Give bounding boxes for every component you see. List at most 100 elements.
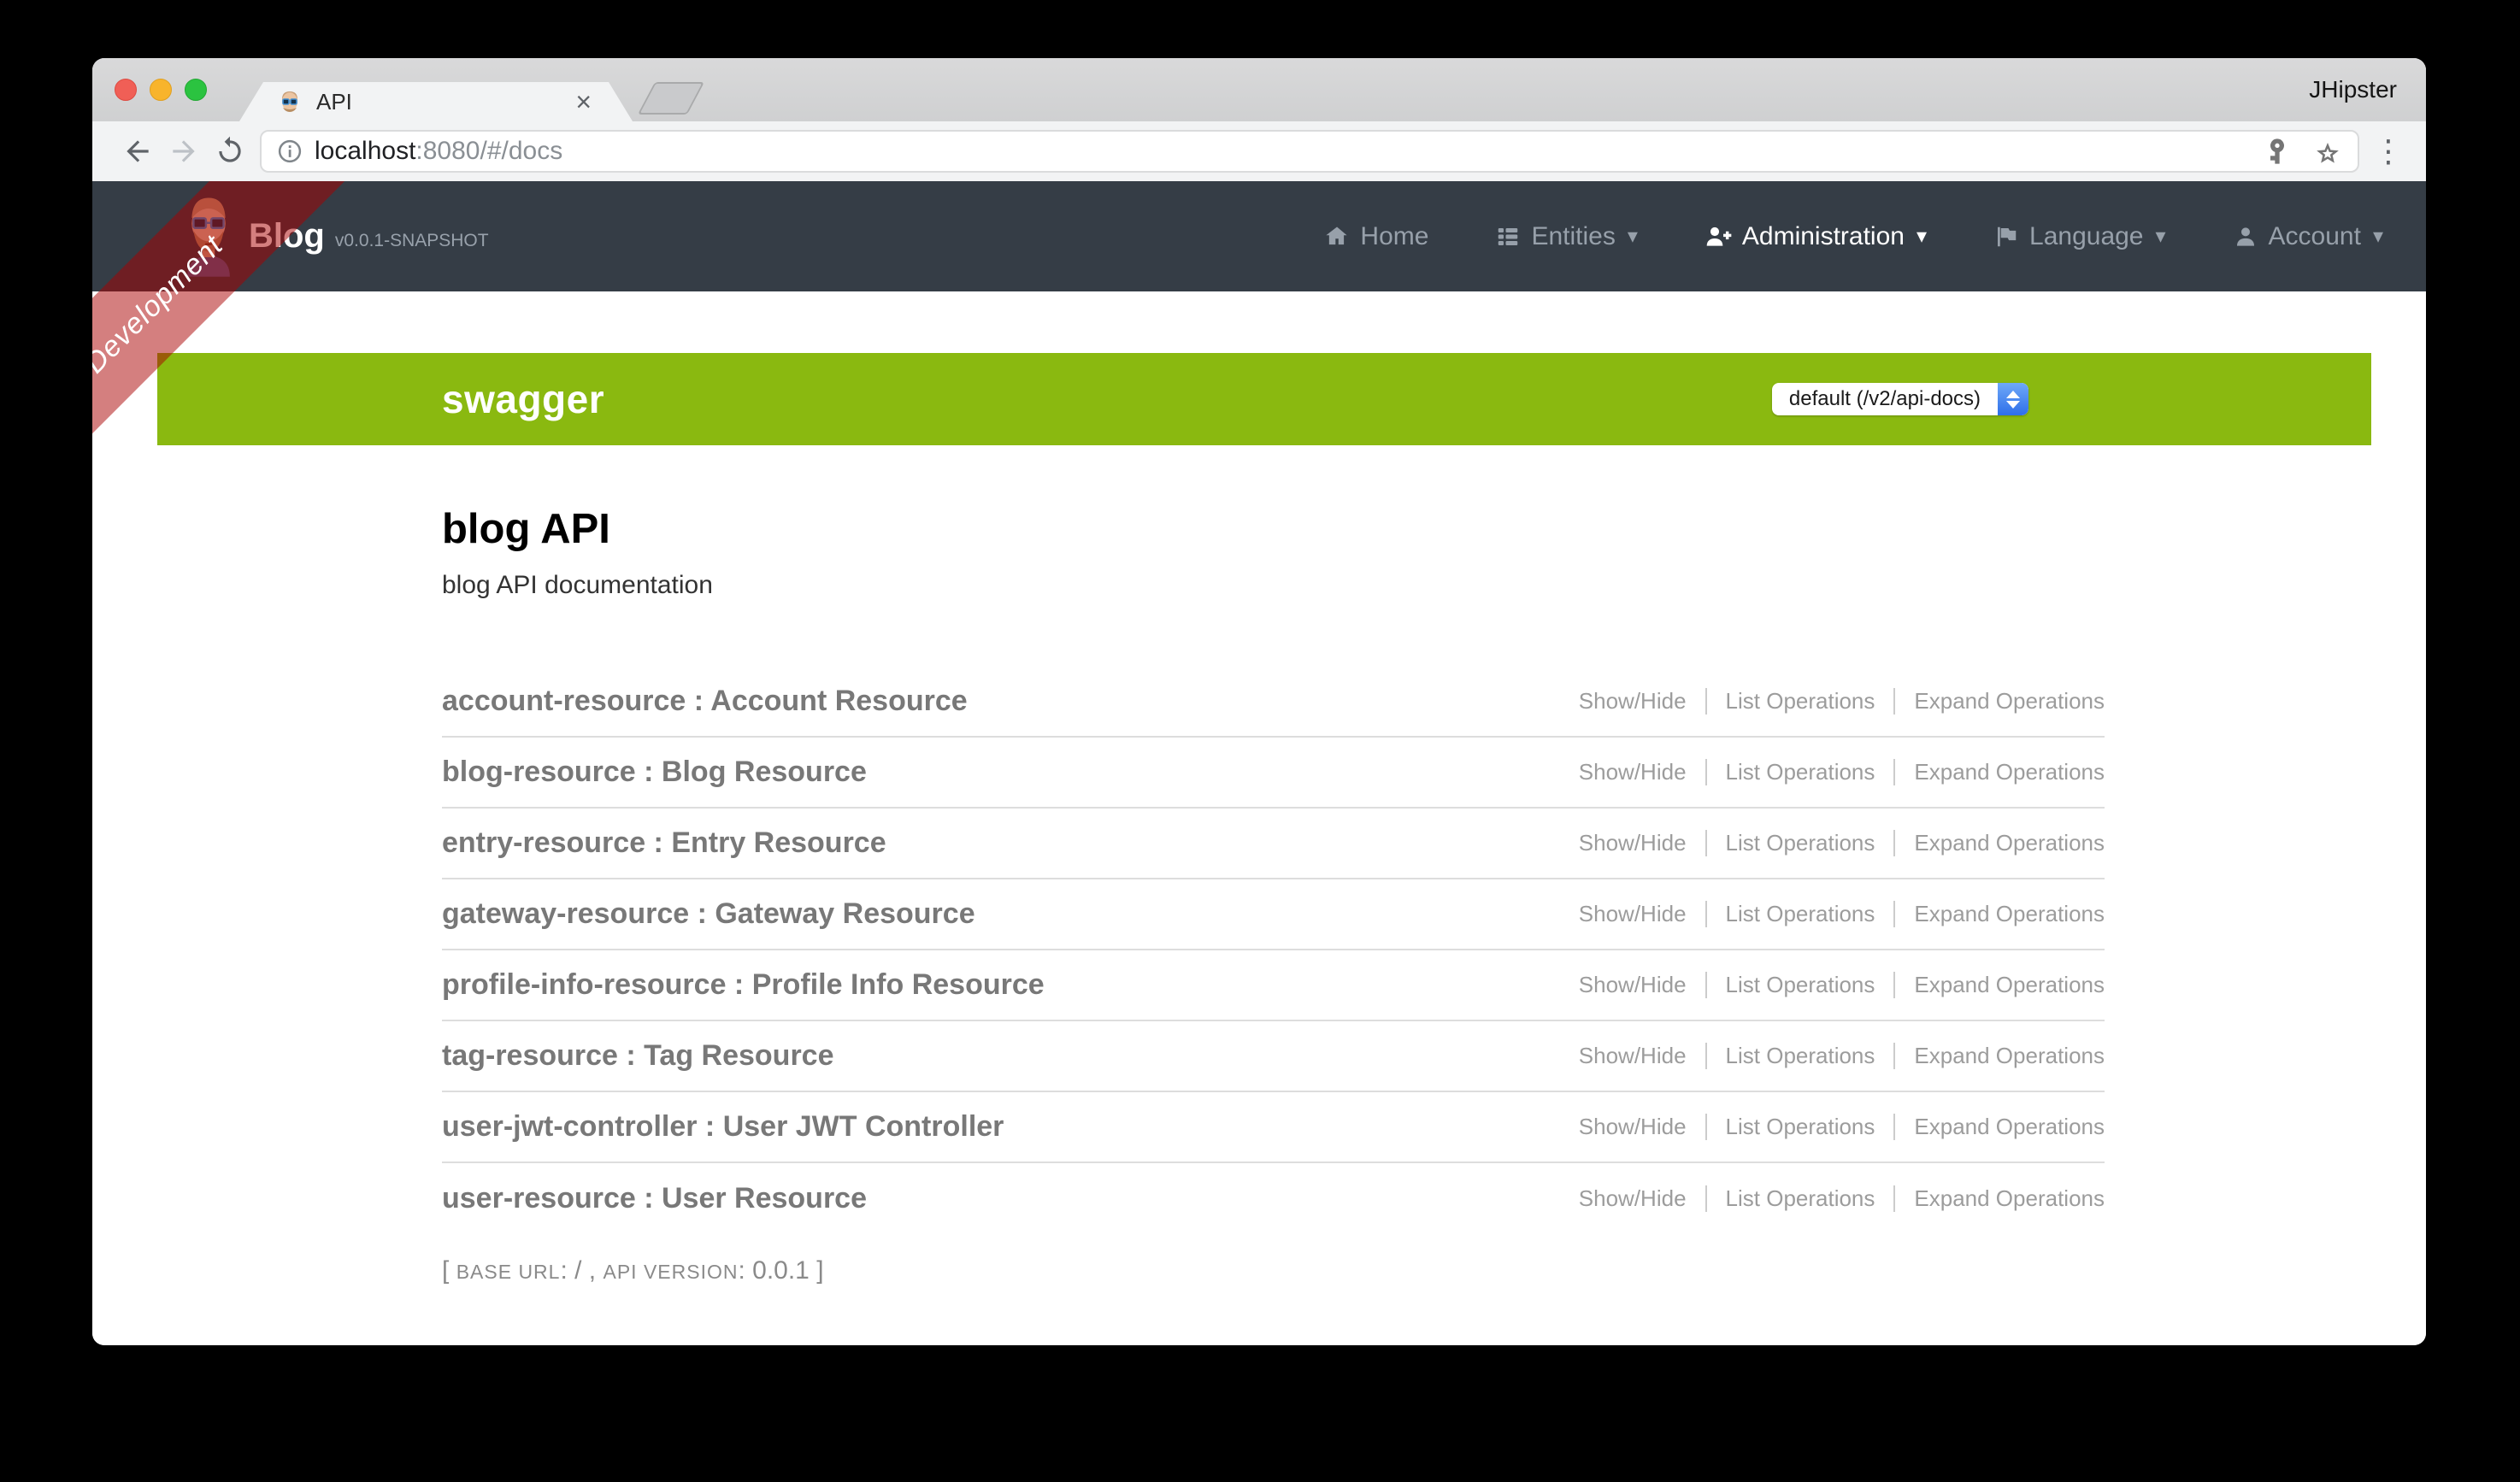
expand-operations-link[interactable]: Expand Operations: [1893, 1185, 2105, 1212]
app-navbar: Blog v0.0.1-SNAPSHOT Home: [92, 181, 2426, 291]
reload-icon[interactable]: [210, 132, 250, 171]
list-operations-link[interactable]: List Operations: [1705, 1043, 1894, 1069]
expand-operations-link[interactable]: Expand Operations: [1893, 759, 2105, 785]
resource-title[interactable]: gateway-resource : Gateway Resource: [442, 897, 1560, 931]
select-arrows-icon: [1998, 383, 2028, 415]
resource-operations: Show/Hide List Operations Expand Operati…: [1560, 1114, 2105, 1140]
show-hide-link[interactable]: Show/Hide: [1560, 1185, 1705, 1212]
show-hide-link[interactable]: Show/Hide: [1560, 830, 1705, 856]
page-info-icon[interactable]: [277, 138, 303, 164]
resource-operations: Show/Hide List Operations Expand Operati…: [1560, 759, 2105, 785]
resource-list: account-resource : Account Resource Show…: [442, 667, 2105, 1234]
show-hide-link[interactable]: Show/Hide: [1560, 1114, 1705, 1140]
expand-operations-link[interactable]: Expand Operations: [1893, 901, 2105, 927]
close-window-button[interactable]: [115, 79, 137, 101]
resource-row: entry-resource : Entry Resource Show/Hid…: [442, 809, 2105, 879]
footer-bracket: [: [442, 1256, 449, 1285]
resource-row: profile-info-resource : Profile Info Res…: [442, 950, 2105, 1021]
resource-title[interactable]: user-jwt-controller : User JWT Controlle…: [442, 1110, 1560, 1144]
show-hide-link[interactable]: Show/Hide: [1560, 1043, 1705, 1069]
resource-title[interactable]: blog-resource : Blog Resource: [442, 756, 1560, 789]
chevron-down-icon: ▾: [2156, 224, 2166, 249]
nav-item-language[interactable]: Language ▾: [1993, 222, 2166, 251]
url-text[interactable]: localhost:8080/#/docs: [315, 137, 562, 166]
api-version-label: API VERSION: [603, 1261, 738, 1283]
resource-title[interactable]: tag-resource : Tag Resource: [442, 1039, 1560, 1073]
expand-operations-link[interactable]: Expand Operations: [1893, 688, 2105, 715]
show-hide-link[interactable]: Show/Hide: [1560, 972, 1705, 998]
url-host: localhost: [315, 137, 415, 165]
tab-close-icon[interactable]: ×: [575, 88, 592, 115]
resource-title[interactable]: account-resource : Account Resource: [442, 685, 1560, 718]
api-content: blog API blog API documentation account-…: [92, 509, 2426, 1284]
resource-title[interactable]: entry-resource : Entry Resource: [442, 826, 1560, 860]
list-operations-link[interactable]: List Operations: [1705, 688, 1894, 715]
resource-row: blog-resource : Blog Resource Show/Hide …: [442, 738, 2105, 809]
nav-label: Home: [1360, 222, 1428, 251]
nav-menu: Home Entities ▾: [1324, 222, 2383, 251]
resource-row: account-resource : Account Resource Show…: [442, 667, 2105, 738]
list-operations-link[interactable]: List Operations: [1705, 830, 1894, 856]
resource-operations: Show/Hide List Operations Expand Operati…: [1560, 830, 2105, 856]
api-spec-select-value: default (/v2/api-docs): [1772, 383, 1998, 415]
api-subtitle: blog API documentation: [442, 573, 2105, 598]
resource-row: user-resource : User Resource Show/Hide …: [442, 1163, 2105, 1234]
home-icon: [1324, 224, 1350, 250]
browser-toolbar: localhost:8080/#/docs ⋮: [92, 121, 2426, 181]
resource-row: tag-resource : Tag Resource Show/Hide Li…: [442, 1021, 2105, 1092]
user-icon: [2233, 224, 2258, 250]
base-url-label: BASE URL: [456, 1261, 561, 1283]
flag-icon: [1993, 224, 2019, 250]
show-hide-link[interactable]: Show/Hide: [1560, 688, 1705, 715]
nav-item-entities[interactable]: Entities ▾: [1495, 222, 1637, 251]
traffic-lights: [115, 58, 207, 121]
list-operations-link[interactable]: List Operations: [1705, 759, 1894, 785]
expand-operations-link[interactable]: Expand Operations: [1893, 1043, 2105, 1069]
browser-menu-icon[interactable]: ⋮: [2371, 136, 2405, 167]
nav-item-home[interactable]: Home: [1324, 222, 1428, 251]
star-icon[interactable]: [2313, 137, 2342, 166]
footer-bracket: ]: [816, 1256, 823, 1285]
address-bar[interactable]: localhost:8080/#/docs: [260, 130, 2359, 173]
expand-operations-link[interactable]: Expand Operations: [1893, 830, 2105, 856]
resource-title[interactable]: user-resource : User Resource: [442, 1182, 1560, 1215]
show-hide-link[interactable]: Show/Hide: [1560, 759, 1705, 785]
resource-row: gateway-resource : Gateway Resource Show…: [442, 879, 2105, 950]
api-title: blog API: [442, 509, 2105, 550]
new-tab-button[interactable]: [638, 82, 704, 115]
tab-title: API: [316, 89, 575, 115]
api-spec-select[interactable]: default (/v2/api-docs): [1772, 383, 2028, 415]
nav-item-administration[interactable]: Administration ▾: [1705, 222, 1927, 251]
footer-comma: ,: [581, 1256, 603, 1285]
minimize-window-button[interactable]: [150, 79, 172, 101]
key-icon[interactable]: [2264, 138, 2291, 165]
list-operations-link[interactable]: List Operations: [1705, 1114, 1894, 1140]
list-operations-link[interactable]: List Operations: [1705, 901, 1894, 927]
resource-row: user-jwt-controller : User JWT Controlle…: [442, 1092, 2105, 1163]
api-footer: [ BASE URL: / , API VERSION: 0.0.1 ]: [442, 1258, 2105, 1284]
forward-arrow-icon: [164, 132, 203, 171]
window-title: JHipster: [2309, 58, 2397, 121]
expand-operations-link[interactable]: Expand Operations: [1893, 1114, 2105, 1140]
footer-sep: :: [738, 1256, 752, 1285]
resource-operations: Show/Hide List Operations Expand Operati…: [1560, 972, 2105, 998]
browser-tab-api[interactable]: API ×: [239, 82, 633, 121]
list-operations-link[interactable]: List Operations: [1705, 1185, 1894, 1212]
expand-operations-link[interactable]: Expand Operations: [1893, 972, 2105, 998]
zoom-window-button[interactable]: [185, 79, 207, 101]
chevron-down-icon: ▾: [1628, 224, 1638, 249]
resource-operations: Show/Hide List Operations Expand Operati…: [1560, 688, 2105, 715]
show-hide-link[interactable]: Show/Hide: [1560, 901, 1705, 927]
list-icon: [1495, 224, 1521, 250]
nav-item-account[interactable]: Account ▾: [2233, 222, 2383, 251]
nav-label: Administration: [1742, 222, 1905, 251]
resource-title[interactable]: profile-info-resource : Profile Info Res…: [442, 968, 1560, 1002]
brand-version: v0.0.1-SNAPSHOT: [335, 231, 489, 251]
list-operations-link[interactable]: List Operations: [1705, 972, 1894, 998]
swagger-header: swagger default (/v2/api-docs): [157, 353, 2371, 445]
user-plus-icon: [1705, 223, 1732, 250]
page-viewport: Development Blog: [92, 181, 2426, 1345]
resource-operations: Show/Hide List Operations Expand Operati…: [1560, 901, 2105, 927]
back-arrow-icon[interactable]: [118, 132, 157, 171]
jhipster-favicon-icon: [277, 89, 303, 115]
